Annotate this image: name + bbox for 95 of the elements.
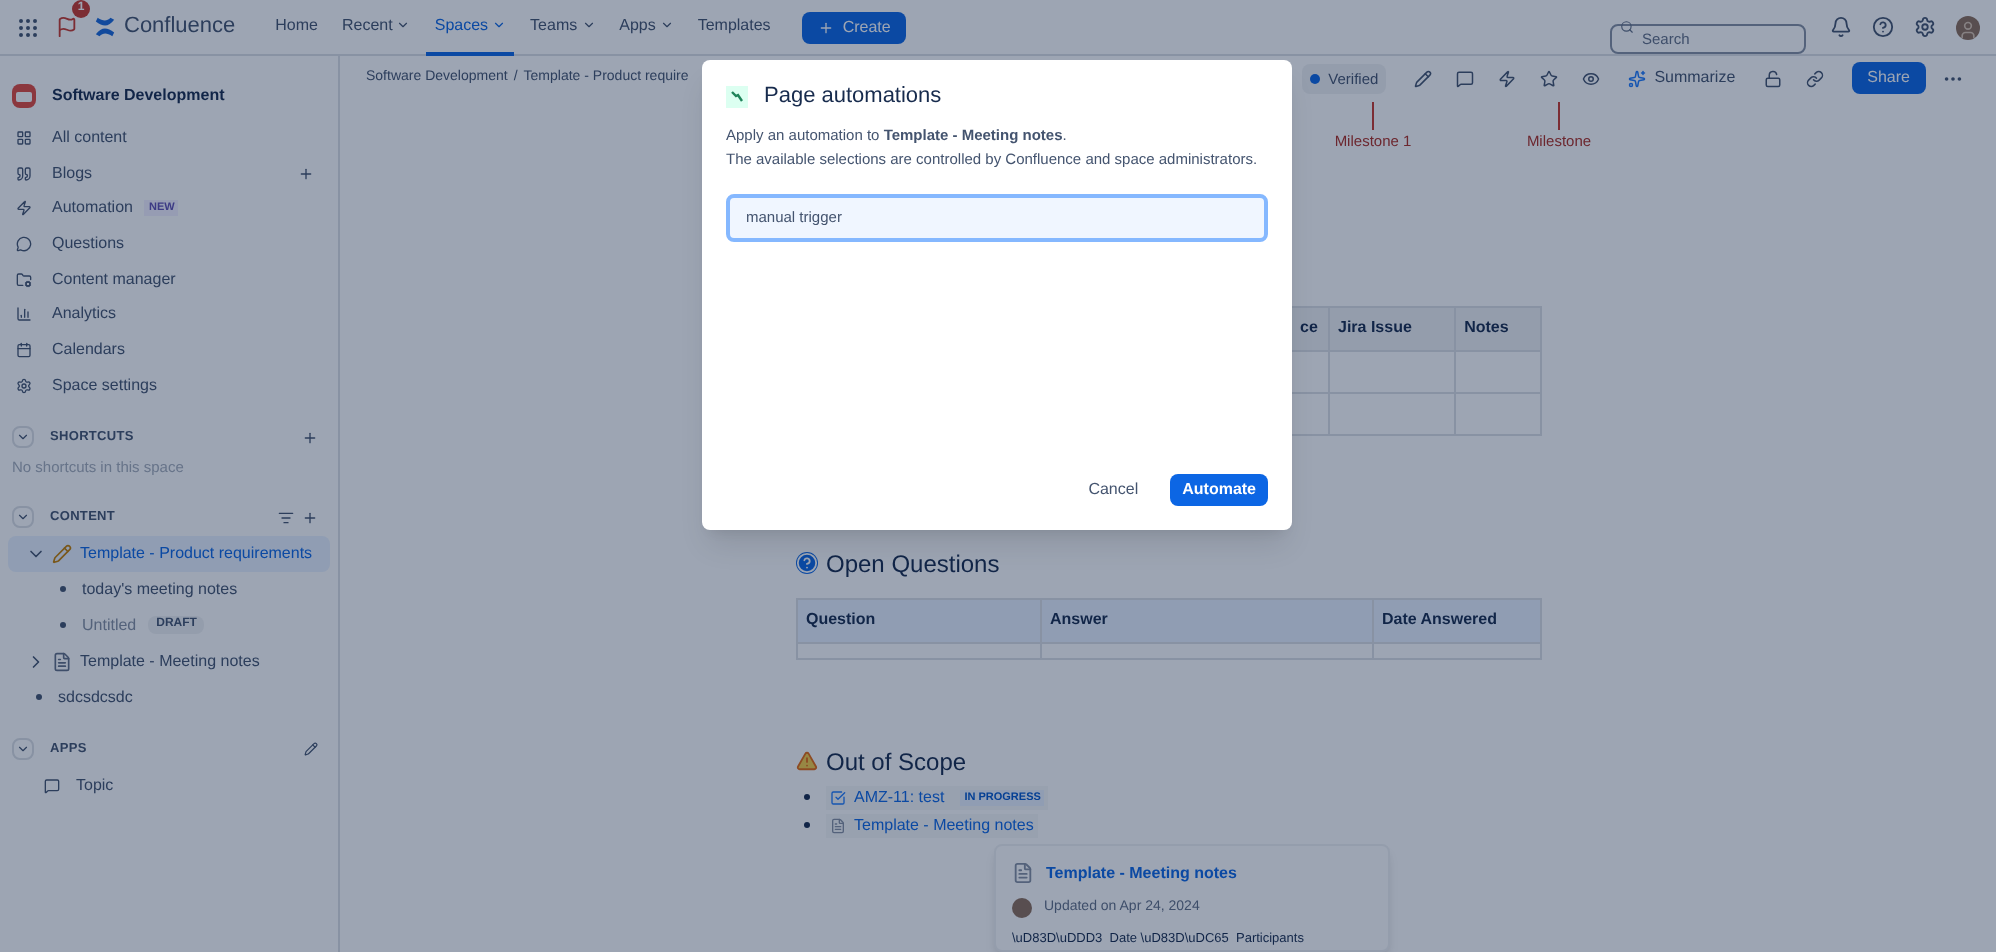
create-button[interactable]: Create	[802, 11, 907, 43]
chevron-down-icon	[16, 430, 30, 444]
share-button[interactable]: Share	[1851, 62, 1926, 95]
bullet-icon	[804, 794, 810, 801]
tree-item[interactable]: Template - Product requirements	[8, 535, 330, 571]
add-icon[interactable]	[302, 429, 318, 445]
watch-icon[interactable]	[1582, 69, 1601, 88]
app-switcher-icon[interactable]	[16, 15, 40, 39]
menu-item-icon	[16, 129, 32, 146]
edit-icon[interactable]	[1414, 69, 1433, 88]
tree-item[interactable]: sdcsdcsdc	[8, 679, 330, 715]
page-title: Template - Meeting notes	[80, 649, 260, 673]
filter-icon[interactable]	[278, 509, 294, 525]
page-link[interactable]: Template - Meeting notes	[826, 813, 1038, 838]
sidebar-item[interactable]: Content manager	[0, 261, 338, 297]
product-name[interactable]: Confluence	[124, 10, 236, 44]
sidebar-item[interactable]: Calendars	[0, 332, 338, 368]
collapse-button[interactable]	[12, 506, 34, 528]
sidebar-item[interactable]: Analytics	[0, 296, 338, 333]
logo-icon[interactable]	[94, 16, 116, 38]
settings-icon[interactable]	[1914, 16, 1936, 38]
pencil-icon	[52, 543, 72, 563]
nav-tab[interactable]: Teams	[522, 0, 604, 55]
collapse-button[interactable]	[12, 738, 34, 760]
lock-icon[interactable]	[1763, 69, 1782, 88]
section-heading: Open Questions	[826, 547, 1000, 582]
nav-tab[interactable]: Recent	[334, 0, 419, 55]
page-title: sdcsdcsdc	[58, 685, 133, 709]
page-title: Untitled	[82, 613, 137, 637]
cancel-button[interactable]: Cancel	[1072, 474, 1155, 506]
sidebar-item[interactable]: Questions	[0, 226, 338, 262]
comment-icon[interactable]	[1456, 69, 1475, 88]
sidebar-item[interactable]: Space settings	[0, 367, 338, 403]
tree-item[interactable]: Template - Meeting notes	[8, 643, 330, 679]
sidebar-item[interactable]: All content	[0, 120, 338, 156]
section-heading: Out of Scope	[826, 745, 967, 780]
sidebar-item[interactable]: Blogs	[0, 155, 338, 191]
bullet-icon	[36, 694, 42, 700]
document-icon	[830, 817, 846, 834]
menu-item-icon	[16, 306, 32, 323]
help-icon[interactable]	[1872, 16, 1894, 38]
nav-tab[interactable]: Apps	[611, 0, 682, 55]
add-icon[interactable]	[302, 509, 318, 525]
collapse-button[interactable]	[12, 426, 34, 448]
app-item[interactable]: Topic	[0, 767, 338, 803]
avatar	[1012, 898, 1032, 918]
milestone-marker	[1558, 101, 1560, 129]
document-icon	[1012, 862, 1034, 885]
automation-icon	[726, 85, 748, 107]
column-header: Notes	[1455, 306, 1541, 351]
question-icon	[796, 552, 818, 575]
column-header: ce	[1291, 306, 1329, 351]
bullet-icon	[60, 622, 66, 628]
bullet-icon	[60, 586, 66, 592]
column-header: Question	[797, 598, 1041, 643]
plus-icon	[818, 19, 835, 35]
flag-icon[interactable]	[56, 16, 78, 38]
edit-icon[interactable]	[304, 742, 318, 756]
menu-item-icon	[16, 377, 32, 394]
menu-item-icon	[16, 200, 32, 217]
document-icon	[52, 651, 72, 671]
summarize-button[interactable]: Summarize	[1628, 66, 1736, 91]
checkbox-icon	[830, 789, 846, 806]
chevron-down-icon	[16, 510, 30, 524]
menu-item-icon	[16, 341, 32, 358]
speech-bubble-icon	[44, 777, 60, 793]
search-icon	[1620, 20, 1634, 34]
page-title: Template - Product requirements	[80, 541, 313, 565]
menu-item-icon	[16, 165, 32, 182]
tree-item[interactable]: today's meeting notes	[8, 571, 330, 607]
card-title[interactable]: Template - Meeting notes	[1046, 861, 1237, 886]
column-header: Date Answered	[1373, 598, 1541, 643]
link-icon[interactable]	[1805, 69, 1824, 88]
column-header: Answer	[1041, 598, 1373, 643]
milestone-marker	[1372, 101, 1374, 129]
warning-icon	[796, 750, 818, 773]
nav-tab[interactable]: Templates	[689, 0, 779, 55]
menu-item-icon	[16, 271, 32, 288]
bullet-icon	[804, 822, 810, 829]
lightning-icon[interactable]	[1498, 69, 1517, 88]
page-title: today's meeting notes	[82, 577, 238, 601]
notification-icon[interactable]	[1830, 16, 1852, 38]
nav-tab[interactable]: Spaces	[426, 0, 515, 55]
automate-button[interactable]: Automate	[1170, 474, 1268, 506]
chevron-down-icon	[16, 742, 30, 756]
space-name[interactable]: Software Development	[52, 84, 225, 108]
space-icon	[12, 84, 36, 108]
column-header: Jira Issue	[1329, 306, 1456, 351]
nav-tab[interactable]: Home	[267, 0, 326, 55]
add-icon[interactable]	[298, 165, 314, 182]
sparkle-icon	[1628, 69, 1647, 88]
star-icon[interactable]	[1540, 69, 1559, 88]
avatar[interactable]	[1956, 15, 1980, 39]
menu-item-icon	[16, 235, 32, 252]
dialog-title: Page automations	[764, 81, 942, 112]
